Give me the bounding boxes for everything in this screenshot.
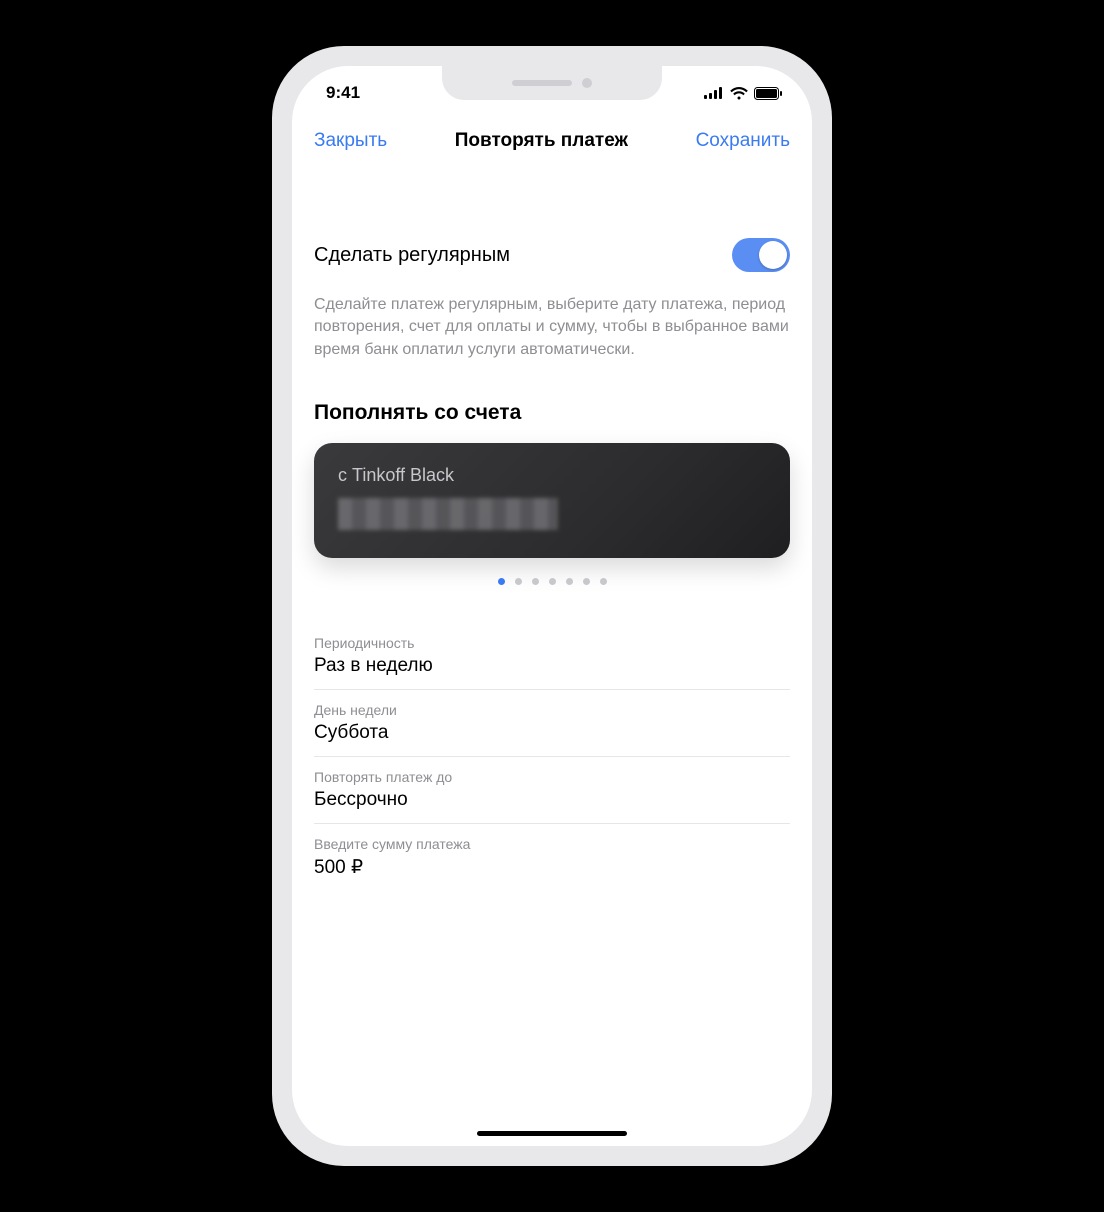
- pager-dot[interactable]: [498, 578, 505, 585]
- account-card-masked-value: [338, 498, 558, 530]
- close-button[interactable]: Закрыть: [314, 130, 387, 152]
- fields-list: Периодичность Раз в неделю День недели Субб…: [314, 623, 790, 891]
- pager-dot[interactable]: [515, 578, 522, 585]
- recurring-toggle-row: Сделать регулярным: [314, 238, 790, 272]
- cellular-icon: [704, 87, 724, 99]
- field-value: 500 ₽: [314, 856, 790, 879]
- pager-dot[interactable]: [532, 578, 539, 585]
- field-value: Бессрочно: [314, 789, 790, 811]
- front-camera: [582, 78, 592, 88]
- status-time: 9:41: [326, 83, 360, 103]
- field-label: Повторять платеж до: [314, 769, 790, 785]
- notch: [442, 66, 662, 100]
- home-indicator[interactable]: [477, 1131, 627, 1136]
- field-label: Введите сумму платежа: [314, 836, 790, 852]
- description-text: Сделайте платеж регулярным, выберите дат…: [314, 294, 790, 361]
- battery-icon: [754, 87, 782, 100]
- account-card-title: с Tinkoff Black: [338, 465, 766, 486]
- account-section-title: Пополнять со счета: [314, 401, 790, 425]
- card-pager-dots[interactable]: [314, 578, 790, 585]
- page-title: Повторять платеж: [455, 130, 628, 152]
- pager-dot[interactable]: [566, 578, 573, 585]
- recurring-toggle-label: Сделать регулярным: [314, 244, 510, 267]
- recurring-toggle[interactable]: [732, 238, 790, 272]
- field-value: Раз в неделю: [314, 655, 790, 677]
- wifi-icon: [730, 87, 748, 100]
- field-value: Суббота: [314, 722, 790, 744]
- form-field[interactable]: Периодичность Раз в неделю: [314, 623, 790, 690]
- save-button[interactable]: Сохранить: [696, 130, 790, 152]
- form-field[interactable]: Введите сумму платежа 500 ₽: [314, 824, 790, 891]
- content: Сделать регулярным Сделайте платеж регул…: [292, 238, 812, 891]
- form-field[interactable]: День недели Суббота: [314, 690, 790, 757]
- field-label: Периодичность: [314, 635, 790, 651]
- form-field[interactable]: Повторять платеж до Бессрочно: [314, 757, 790, 824]
- pager-dot[interactable]: [600, 578, 607, 585]
- phone-frame: 9:41 Закрыть Повторять платеж Сохранить …: [272, 46, 832, 1166]
- phone-screen: 9:41 Закрыть Повторять платеж Сохранить …: [292, 66, 812, 1146]
- status-indicators: [704, 87, 782, 100]
- nav-bar: Закрыть Повторять платеж Сохранить: [292, 120, 812, 166]
- speaker-slot: [512, 80, 572, 86]
- pager-dot[interactable]: [549, 578, 556, 585]
- account-card[interactable]: с Tinkoff Black: [314, 443, 790, 558]
- field-label: День недели: [314, 702, 790, 718]
- pager-dot[interactable]: [583, 578, 590, 585]
